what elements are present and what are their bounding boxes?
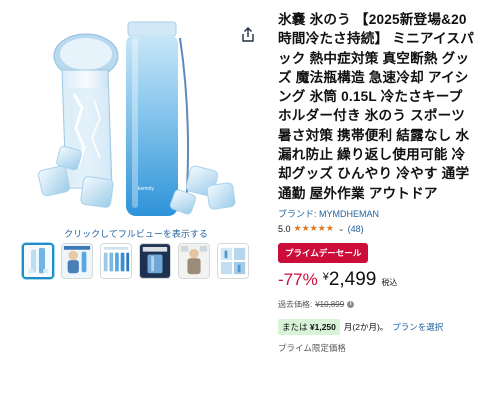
product-info: 氷嚢 氷のう 【2025新登場&20時間冷たさ持続】 ミニアイスパック 熱中症対…: [278, 10, 474, 354]
past-price-label: 過去価格:: [278, 299, 313, 309]
discount-percent: -77%: [278, 269, 318, 289]
past-price-value: ¥10,899: [315, 299, 345, 309]
installment-row: または ¥1,250 月(2か月)。 プランを選択: [278, 318, 474, 335]
product-title: 氷嚢 氷のう 【2025新登場&20時間冷たさ持続】 ミニアイスパック 熱中症対…: [278, 12, 475, 201]
review-count-link[interactable]: (48): [348, 224, 364, 234]
select-plan-link[interactable]: プランを選択: [392, 321, 443, 333]
deal-badge: プライムデーセール: [278, 242, 369, 263]
full-view-link[interactable]: クリックしてフルビューを表示する: [0, 227, 272, 240]
installment-prefix: または: [282, 321, 308, 332]
thumbnail-3[interactable]: [100, 243, 132, 279]
tax-label: 税込: [381, 277, 398, 287]
image-gallery: kemnly クリックしてフルビューを表示する: [0, 0, 272, 396]
price-row: -77% ¥2,499 税込: [278, 269, 474, 291]
star-icon: ★: [301, 223, 310, 234]
info-icon[interactable]: i: [347, 300, 355, 308]
prime-only-label: プライム限定価格: [278, 342, 346, 353]
installment-term: 月(2か月)。: [343, 321, 389, 332]
rating-value: 5.0: [278, 223, 291, 234]
brand-link[interactable]: ブランド: MYMDHEMAN: [278, 207, 474, 220]
bottle-brand-text: kemnly: [138, 186, 154, 192]
thumbnail-strip: [22, 243, 249, 279]
main-product-image[interactable]: kemnly: [22, 8, 250, 226]
star-icon: ★: [309, 223, 318, 234]
chevron-down-icon[interactable]: ⌄: [338, 224, 345, 233]
thumbnail-5[interactable]: [178, 243, 210, 279]
installment-box: または ¥1,250: [278, 318, 340, 335]
thumbnail-4[interactable]: [139, 243, 171, 279]
share-icon[interactable]: [241, 27, 255, 43]
currency-symbol: ¥: [322, 270, 329, 283]
installment-amount: ¥1,250: [309, 321, 336, 332]
thumbnail-2[interactable]: [61, 243, 93, 279]
star-icon: ★: [317, 223, 326, 234]
thumbnail-6[interactable]: [217, 243, 249, 279]
past-price-row: 過去価格: ¥10,899 i: [278, 299, 474, 310]
price-value: 2,499: [328, 268, 377, 290]
star-icon: ★: [325, 223, 334, 234]
star-icon: ★: [293, 223, 302, 234]
thumbnail-1[interactable]: [22, 243, 54, 279]
price-display: ¥2,499: [323, 269, 377, 291]
star-rating-icon[interactable]: ★ ★ ★ ★ ★: [294, 224, 334, 233]
rating-row: 5.0 ★ ★ ★ ★ ★ ⌄ (48): [278, 224, 474, 234]
